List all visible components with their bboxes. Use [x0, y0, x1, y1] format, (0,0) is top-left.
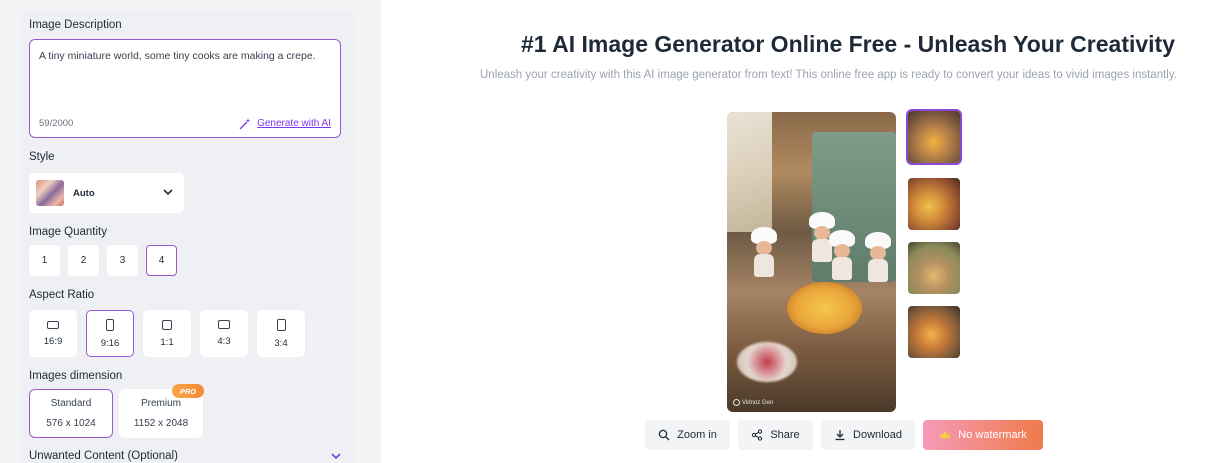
page-title: #1 AI Image Generator Online Free - Unle… — [521, 31, 1176, 57]
generate-with-ai-link[interactable]: Generate with AI — [239, 117, 331, 130]
thumbnail-3[interactable] — [906, 240, 962, 296]
settings-panel: Image Description A tiny miniature world… — [20, 10, 356, 463]
ratio-option-4-3[interactable]: 4:3 — [200, 310, 248, 357]
pro-badge: PRO — [172, 384, 204, 398]
share-icon — [752, 429, 763, 441]
style-select[interactable]: Auto — [29, 173, 184, 213]
zoom-in-button[interactable]: Zoom in — [645, 420, 730, 450]
description-field[interactable]: A tiny miniature world, some tiny cooks … — [29, 39, 341, 138]
fruit-plate — [737, 342, 797, 382]
window-light — [727, 112, 772, 232]
ratio-label: 9:16 — [100, 337, 120, 349]
quantity-label: Image Quantity — [29, 226, 107, 238]
description-label: Image Description — [29, 19, 122, 31]
search-icon — [658, 429, 670, 441]
download-icon — [835, 430, 845, 441]
ratio-option-3-4[interactable]: 3:4 — [257, 310, 305, 357]
thumbnail-1[interactable] — [906, 109, 962, 165]
no-watermark-button[interactable]: No watermark — [923, 420, 1043, 450]
landscape-ratio-icon — [47, 320, 59, 329]
description-text[interactable]: A tiny miniature world, some tiny cooks … — [39, 50, 316, 62]
char-count: 59/2000 — [39, 118, 74, 129]
unwanted-content-label[interactable]: Unwanted Content (Optional) — [29, 450, 178, 462]
quantity-option-4[interactable]: 4 — [146, 245, 177, 276]
style-label: Style — [29, 151, 55, 163]
quantity-option-1[interactable]: 1 — [29, 245, 60, 276]
quantity-option-3[interactable]: 3 — [107, 245, 138, 276]
ratio-option-1-1[interactable]: 1:1 — [143, 310, 191, 357]
thumbnail-4[interactable] — [906, 304, 962, 360]
ratio-label: 4:3 — [217, 336, 231, 347]
ratio-label: 16:9 — [43, 335, 63, 347]
crown-icon — [940, 430, 951, 439]
thumbnail-2[interactable] — [906, 176, 962, 232]
generate-with-ai-label: Generate with AI — [257, 118, 331, 129]
square-ratio-icon — [162, 319, 172, 330]
logo-icon — [733, 399, 740, 406]
no-watermark-label: No watermark — [958, 429, 1027, 441]
watermark: Vidnoz Gen — [733, 399, 773, 406]
landscape-ratio-icon — [218, 320, 230, 329]
style-thumbnail — [36, 180, 64, 206]
ratio-option-9-16[interactable]: 9:16 — [86, 310, 134, 357]
chef-figure — [751, 227, 777, 277]
generated-image-preview[interactable]: Vidnoz Gen — [727, 112, 896, 412]
chef-figure — [865, 232, 891, 282]
preview-panel: #1 AI Image Generator Online Free - Unle… — [381, 0, 1226, 463]
chevron-down-icon — [163, 189, 173, 196]
portrait-ratio-icon — [106, 318, 114, 331]
chef-figure — [829, 230, 855, 280]
portrait-ratio-icon — [276, 318, 286, 331]
watermark-text: Vidnoz Gen — [742, 399, 774, 406]
download-label: Download — [853, 429, 902, 441]
ratio-label: 3:4 — [274, 337, 288, 349]
ratio-label: 1:1 — [160, 336, 174, 348]
dimension-standard[interactable]: Standard 576 x 1024 — [29, 389, 113, 438]
crepe — [787, 282, 862, 334]
aspect-ratio-label: Aspect Ratio — [29, 289, 95, 301]
share-button[interactable]: Share — [738, 420, 813, 450]
page-subtitle: Unleash your creativity with this AI ima… — [480, 69, 1177, 81]
dimension-size: 576 x 1024 — [46, 418, 96, 429]
dimension-name: Premium — [140, 398, 181, 409]
quantity-option-2[interactable]: 2 — [68, 245, 99, 276]
share-label: Share — [770, 429, 800, 441]
ratio-option-16-9[interactable]: 16:9 — [29, 310, 77, 357]
dimension-size: 1152 x 2048 — [133, 418, 189, 429]
zoom-in-label: Zoom in — [677, 429, 717, 441]
dimension-label: Images dimension — [29, 370, 123, 382]
download-button[interactable]: Download — [821, 420, 915, 450]
dimension-name: Standard — [50, 398, 92, 409]
chevron-down-icon[interactable] — [330, 450, 342, 462]
style-value: Auto — [73, 187, 95, 199]
magic-wand-icon — [239, 118, 251, 130]
